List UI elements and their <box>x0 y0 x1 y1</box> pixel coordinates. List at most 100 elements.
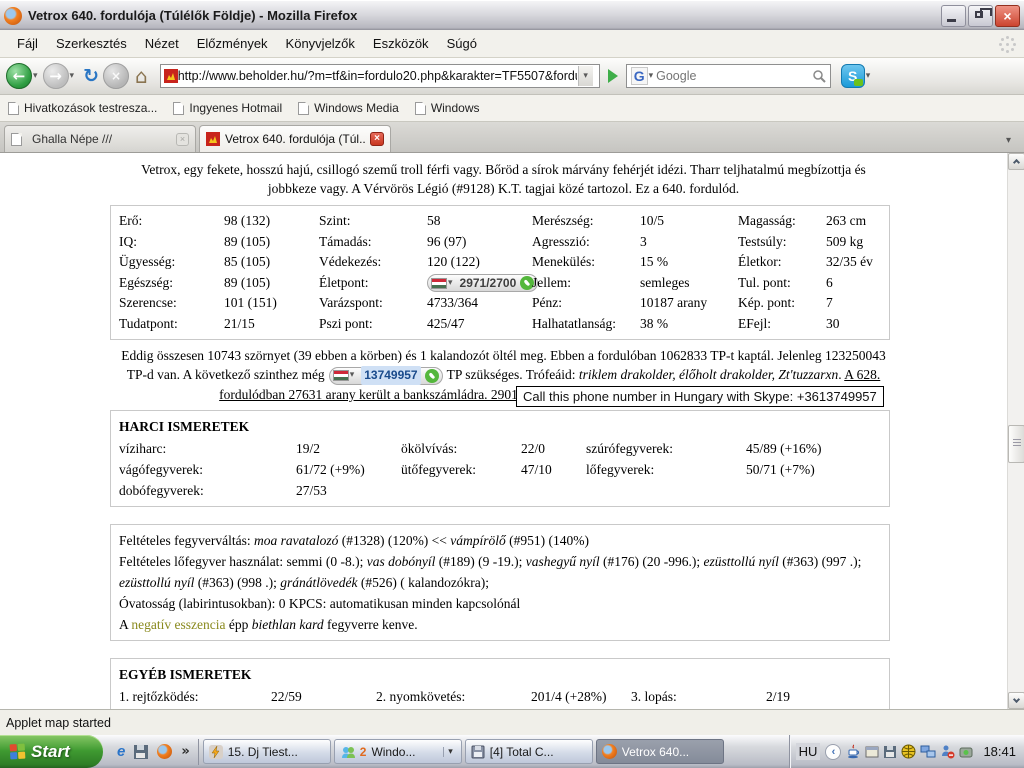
tab-label: Vetrox 640. fordulója (Túl... <box>225 132 365 146</box>
back-button[interactable]: ← ▾ <box>6 63 41 89</box>
minimize-icon <box>947 19 956 22</box>
search-icon[interactable] <box>812 69 826 83</box>
taskbar-button-firefox-active[interactable]: Vetrox 640... <box>596 739 724 764</box>
menu-tools[interactable]: Eszközök <box>364 32 438 55</box>
stat-value: 425/47 <box>427 314 532 335</box>
url-input[interactable] <box>178 69 577 83</box>
skill-label: lőfegyverek: <box>586 459 746 480</box>
restore-button[interactable] <box>968 5 993 27</box>
menu-edit[interactable]: Szerkesztés <box>47 32 136 55</box>
stat-value: 89 (105) <box>224 232 319 253</box>
group-dropdown-icon[interactable]: ▾ <box>443 747 453 757</box>
stat-value: 7 <box>826 293 889 314</box>
stat-value: 6 <box>826 273 889 294</box>
skype-call-icon[interactable] <box>425 369 439 383</box>
ie-glyph: e <box>117 743 125 760</box>
taskbar-button-messenger-group[interactable]: 2 Windo... ▾ <box>334 739 462 764</box>
stat-value: 263 cm <box>826 211 889 232</box>
skype-highlight[interactable]: ▾ 2971/2700 <box>427 274 538 292</box>
bookmark-item[interactable]: Hivatkozások testresza... <box>8 101 157 115</box>
site-favicon <box>164 69 178 83</box>
stat-value: 85 (105) <box>224 252 319 273</box>
back-dropdown-icon[interactable]: ▾ <box>33 71 38 81</box>
menu-file[interactable]: Fájl <box>8 32 47 55</box>
search-engine-dropdown-icon[interactable]: ▾ <box>649 71 654 81</box>
search-bar: G ▾ <box>626 64 831 88</box>
menu-view[interactable]: Nézet <box>136 32 188 55</box>
table-row: víziharc:19/2 ökölvívás:22/0 szúrófegyve… <box>119 438 881 459</box>
quicklaunch-overflow-icon[interactable]: » <box>181 744 189 759</box>
disk-tray-icon[interactable] <box>883 745 897 759</box>
text: Feltételes fegyverváltás: <box>119 533 254 548</box>
other-skills-section: EGYÉB ISMERETEK 1. rejtőzködés:22/59 2. … <box>110 658 890 709</box>
stat-value: 98 (132) <box>224 211 319 232</box>
quick-launch: e » <box>109 739 199 765</box>
messenger-offline-tray-icon[interactable] <box>940 744 955 759</box>
tab-vetrox-active[interactable]: Vetrox 640. fordulója (Túl... × <box>199 125 391 152</box>
menu-bookmarks[interactable]: Könyvjelzők <box>277 32 364 55</box>
weapon-name: vámpírölő <box>450 533 506 548</box>
skill-label: ökölvívás: <box>401 438 521 459</box>
search-input[interactable] <box>656 69 812 83</box>
skill-label: vágófegyverek: <box>119 459 296 480</box>
taskbar-button-winamp[interactable]: 15. Dj Tiest... <box>203 739 331 764</box>
close-button[interactable]: × <box>995 5 1020 27</box>
conditional-weapons-section: Feltételes fegyverváltás: moa ravatalozó… <box>110 524 890 641</box>
system-tray: HU ‹ 18:41 <box>789 735 1024 768</box>
weapon-name: vas dobónyíl <box>367 554 436 569</box>
start-button[interactable]: Start <box>0 735 103 768</box>
stop-button[interactable]: × <box>103 63 129 89</box>
go-button[interactable] <box>608 69 618 83</box>
taskbar-button-total-commander[interactable]: [4] Total C... <box>465 739 593 764</box>
bookmark-label: Windows Media <box>314 101 399 115</box>
url-dropdown-icon[interactable]: ▾ <box>578 66 593 86</box>
home-button[interactable]: ⌂ <box>135 64 148 88</box>
text: (#951) (140%) <box>506 533 589 548</box>
firefox-quicklaunch-icon[interactable] <box>157 744 172 759</box>
window-tray-icon[interactable] <box>865 745 879 759</box>
minimize-button[interactable] <box>941 5 966 27</box>
app-tray-icon[interactable] <box>959 745 973 759</box>
skill-label <box>401 480 521 501</box>
language-indicator[interactable]: HU <box>796 743 821 760</box>
skype-highlight[interactable]: ▾13749957 <box>329 367 443 385</box>
table-row: Szerencse:101 (151) Varázspont:4733/364 … <box>119 293 889 314</box>
windows-logo-icon <box>10 744 26 760</box>
globe-tray-icon[interactable] <box>901 744 916 759</box>
forward-dropdown-icon[interactable]: ▾ <box>70 71 75 81</box>
window-count: 2 <box>360 745 367 759</box>
internet-explorer-icon[interactable]: e <box>117 743 125 760</box>
network-tray-icon[interactable] <box>920 745 936 759</box>
skill-value: 2/19 <box>766 686 881 707</box>
tab-ghalla-nepe[interactable]: Ghalla Népe /// × <box>4 125 196 152</box>
tray-collapse-button[interactable]: ‹ <box>825 744 841 760</box>
page-icon <box>415 102 426 115</box>
skype-toolbar-button[interactable]: S <box>841 64 865 88</box>
character-intro: Vetrox, egy fekete, hosszú hajú, csillog… <box>120 160 887 198</box>
skype-flag-dropdown-icon[interactable]: ▾ <box>350 366 355 385</box>
forward-icon: → <box>43 63 69 89</box>
desktop-icon[interactable] <box>134 745 148 759</box>
menu-history[interactable]: Előzmények <box>188 32 277 55</box>
bookmark-item[interactable]: Windows <box>415 101 480 115</box>
skype-dropdown-icon[interactable]: ▾ <box>866 71 871 81</box>
reload-button[interactable]: ↻ <box>83 65 99 87</box>
tab-list-dropdown-icon[interactable]: ▾ <box>1000 135 1017 146</box>
forward-button[interactable]: → ▾ <box>43 63 78 89</box>
tab-close-icon[interactable]: × <box>176 133 189 146</box>
bookmark-item[interactable]: Ingyenes Hotmail <box>173 101 282 115</box>
scroll-down-button[interactable] <box>1008 692 1024 709</box>
tab-close-button[interactable]: × <box>370 132 384 146</box>
floppy-icon <box>134 745 148 759</box>
menu-help[interactable]: Súgó <box>438 32 486 55</box>
vertical-scrollbar[interactable] <box>1007 153 1024 709</box>
essence-link[interactable]: negatív esszencia <box>131 617 225 632</box>
bookmark-item[interactable]: Windows Media <box>298 101 399 115</box>
combat-skills-section: HARCI ISMERETEK víziharc:19/2 ökölvívás:… <box>110 410 890 507</box>
scroll-up-button[interactable] <box>1008 153 1024 170</box>
scrollbar-thumb[interactable] <box>1008 425 1024 463</box>
throbber-icon <box>998 35 1016 53</box>
skype-flag-dropdown-icon[interactable]: ▾ <box>448 273 453 294</box>
back-icon: ← <box>6 63 32 89</box>
java-icon[interactable] <box>846 744 861 759</box>
